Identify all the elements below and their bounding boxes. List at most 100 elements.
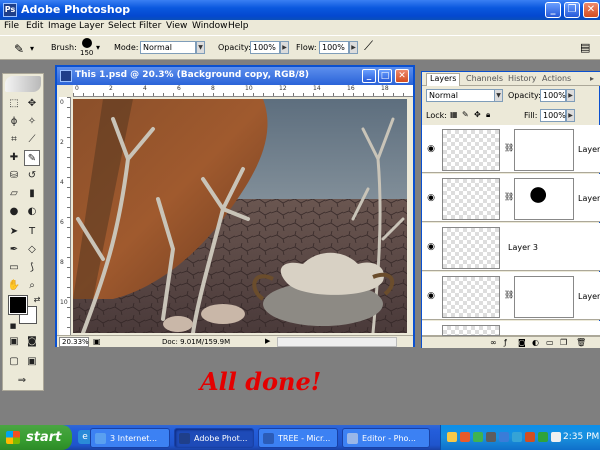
jump-to-imageready-icon[interactable]: ⇒ <box>14 373 30 389</box>
menu-select[interactable]: Select <box>108 21 136 31</box>
visibility-eye-icon[interactable]: ◉ <box>425 290 437 302</box>
lock-all-icon[interactable]: 🔒︎ <box>486 110 490 120</box>
path-selection-tool-icon[interactable]: ➤ <box>6 224 22 240</box>
tab-channels[interactable]: Channels <box>466 74 503 83</box>
palette-well-icon[interactable]: ▤ <box>580 41 590 54</box>
layer-style-icon[interactable]: ƒ <box>504 338 507 347</box>
dodge-tool-icon[interactable]: ◐ <box>24 204 40 220</box>
lock-transparent-icon[interactable]: ▦ <box>450 110 458 119</box>
add-mask-icon[interactable]: ◙ <box>518 338 526 347</box>
zoom-level-field[interactable]: 20.33% <box>59 337 89 347</box>
opacity-slider-icon[interactable]: ▶ <box>280 41 289 54</box>
taskbar-item-word[interactable]: TREE - Micr... <box>258 428 338 448</box>
layer-blend-mode-select[interactable]: Normal <box>426 89 496 102</box>
tray-icon[interactable] <box>525 432 535 442</box>
horizontal-scrollbar[interactable] <box>277 337 397 347</box>
layer-mask-thumbnail[interactable] <box>514 276 574 318</box>
new-layer-icon[interactable]: ❐ <box>560 338 567 347</box>
doc-close-button[interactable]: ✕ <box>395 69 409 83</box>
tray-icon[interactable] <box>447 432 457 442</box>
menu-edit[interactable]: Edit <box>26 21 43 31</box>
swap-colors-icon[interactable]: ⇄ <box>29 292 45 308</box>
clone-stamp-tool-icon[interactable]: ⛁ <box>6 168 22 184</box>
visibility-eye-icon[interactable]: ◉ <box>425 192 437 204</box>
type-tool-icon[interactable]: T <box>24 224 40 240</box>
minimize-button[interactable]: _ <box>545 2 561 18</box>
eraser-tool-icon[interactable]: ▱ <box>6 186 22 202</box>
menu-help[interactable]: Help <box>228 21 249 31</box>
visibility-eye-icon[interactable]: ◉ <box>425 241 437 253</box>
blend-mode-dropdown-icon[interactable]: ▼ <box>494 89 503 102</box>
speaker-icon[interactable] <box>486 432 496 442</box>
hand-tool-icon[interactable]: ✋ <box>6 278 22 294</box>
tray-icon[interactable] <box>538 432 548 442</box>
menu-window[interactable]: Window <box>192 21 228 31</box>
taskbar-item-editor[interactable]: Editor - Pho... <box>342 428 430 448</box>
layer-row[interactable]: ◉ Layer 3 <box>422 223 600 271</box>
tray-icon[interactable] <box>473 432 483 442</box>
tool-preset-arrow-icon[interactable]: ▾ <box>30 44 34 53</box>
screen-mode-standard-icon[interactable]: ▢ <box>6 354 22 370</box>
screen-mode-full-icon[interactable]: ▣ <box>24 354 40 370</box>
mode-select[interactable]: Normal <box>140 41 196 54</box>
healing-brush-tool-icon[interactable]: ✚ <box>6 150 22 166</box>
lock-image-icon[interactable]: ✎ <box>462 110 469 119</box>
history-brush-tool-icon[interactable]: ↺ <box>24 168 40 184</box>
tray-icon[interactable] <box>499 432 509 442</box>
restore-button[interactable]: ❐ <box>564 2 580 18</box>
quick-mask-icon[interactable]: ◙ <box>24 334 40 350</box>
lasso-tool-icon[interactable]: ϕ <box>6 114 22 130</box>
default-colors-icon[interactable]: ■ <box>5 318 21 334</box>
slice-tool-icon[interactable]: ⟋ <box>24 132 40 148</box>
doc-minimize-button[interactable]: _ <box>362 69 376 83</box>
standard-mode-icon[interactable]: ▣ <box>6 334 22 350</box>
taskbar-item-internet[interactable]: 3 Internet... <box>90 428 170 448</box>
start-button[interactable]: start <box>0 425 72 450</box>
lock-position-icon[interactable]: ✥ <box>474 110 481 119</box>
status-menu-arrow-icon[interactable]: ▶ <box>265 337 270 345</box>
tab-actions[interactable]: Actions <box>542 74 571 83</box>
link-layers-icon[interactable]: ∞ <box>490 338 497 347</box>
airbrush-icon[interactable]: ⟋ <box>364 39 373 54</box>
layer-opacity-slider-icon[interactable]: ▶ <box>566 89 575 102</box>
brush-tool-icon[interactable]: ✎ <box>14 42 24 56</box>
pen-tool-icon[interactable]: ✒ <box>6 242 22 258</box>
new-group-icon[interactable]: ▭ <box>546 338 554 347</box>
magic-wand-tool-icon[interactable]: ✧ <box>24 114 40 130</box>
eyedropper-tool-icon[interactable]: ⟆ <box>24 260 40 276</box>
layer-mask-thumbnail[interactable] <box>514 178 574 220</box>
layer-row[interactable]: ◉ ⛓ Layer <box>422 272 600 320</box>
flow-slider-icon[interactable]: ▶ <box>349 41 358 54</box>
layer-mask-thumbnail[interactable] <box>514 129 574 171</box>
document-titlebar[interactable]: This 1.psd @ 20.3% (Background copy, RGB… <box>57 67 413 85</box>
tab-layers[interactable]: Layers <box>426 73 461 86</box>
tray-icon[interactable] <box>460 432 470 442</box>
foreground-color-swatch[interactable] <box>8 295 28 315</box>
mask-link-icon[interactable]: ⛓ <box>504 290 514 299</box>
blur-tool-icon[interactable]: ● <box>6 204 22 220</box>
crop-tool-icon[interactable]: ⌗ <box>6 132 22 148</box>
shape-tool-icon[interactable]: ◇ <box>24 242 40 258</box>
feather-logo-icon[interactable] <box>5 76 41 92</box>
mask-link-icon[interactable]: ⛓ <box>504 143 514 152</box>
fill-input[interactable]: 100% <box>540 109 566 122</box>
network-icon[interactable] <box>512 432 522 442</box>
notes-tool-icon[interactable]: ▭ <box>6 260 22 276</box>
visibility-eye-icon[interactable]: ◉ <box>425 143 437 155</box>
doc-maximize-button[interactable]: □ <box>378 69 392 83</box>
brush-picker-arrow-icon[interactable]: ▾ <box>96 43 100 52</box>
layer-row[interactable]: ◉ ⛓ Layer <box>422 125 600 173</box>
taskbar-item-photoshop[interactable]: Adobe Phot... <box>174 428 254 448</box>
trash-icon[interactable]: 🗑︎ <box>576 338 586 347</box>
menu-layer[interactable]: Layer <box>79 21 104 31</box>
layer-opacity-input[interactable]: 100% <box>540 89 566 102</box>
menu-filter[interactable]: Filter <box>139 21 161 31</box>
mask-link-icon[interactable]: ⛓ <box>504 192 514 201</box>
palette-menu-icon[interactable]: ▸ <box>590 74 594 83</box>
tray-icon[interactable] <box>551 432 561 442</box>
menu-view[interactable]: View <box>166 21 187 31</box>
close-button[interactable]: ✕ <box>583 2 599 18</box>
menu-image[interactable]: Image <box>48 21 76 31</box>
clock[interactable]: 2:35 PM <box>563 432 599 442</box>
layer-row[interactable]: ◉ ⛓ Layer <box>422 174 600 222</box>
